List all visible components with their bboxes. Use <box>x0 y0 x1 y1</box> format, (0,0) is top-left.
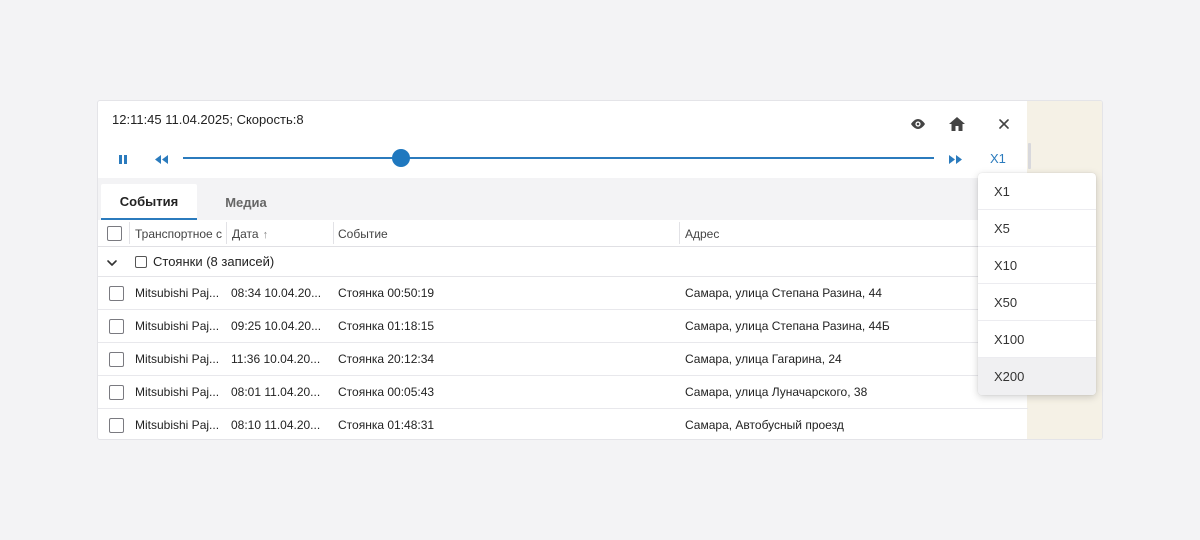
speed-option-label: X100 <box>994 332 1025 347</box>
column-date-label: Дата <box>232 227 259 241</box>
row-checkbox[interactable] <box>109 319 124 334</box>
column-divider <box>129 222 130 244</box>
cell-date: 11:36 10.04.20... <box>231 352 321 366</box>
cell-event: Стоянка 00:05:43 <box>338 385 435 399</box>
group-row[interactable]: Стоянки (8 записей) <box>98 247 1028 277</box>
tab-media[interactable]: Медиа <box>198 184 294 220</box>
speed-option-x200[interactable]: X200 <box>978 358 1096 395</box>
table-row[interactable]: Mitsubishi Paj... 08:34 10.04.20... Стоя… <box>98 277 1028 310</box>
rewind-icon[interactable] <box>153 151 169 167</box>
scrollbar[interactable] <box>1028 143 1031 169</box>
column-vehicle[interactable]: Транспортное с <box>135 227 224 241</box>
playback-panel: 12:11:45 11.04.2025; Скорость:8 X1 Событ… <box>97 100 1103 440</box>
column-divider <box>226 222 227 244</box>
table-row[interactable]: Mitsubishi Paj... 09:25 10.04.20... Стоя… <box>98 310 1028 343</box>
speed-select[interactable]: X1 <box>990 151 1006 166</box>
cell-vehicle: Mitsubishi Paj... <box>135 286 220 300</box>
cell-date: 09:25 10.04.20... <box>231 319 322 333</box>
close-icon[interactable] <box>994 114 1014 134</box>
row-checkbox[interactable] <box>109 286 124 301</box>
eye-icon[interactable] <box>908 114 928 134</box>
speed-dropdown-menu: X1 X5 X10 X50 X100 X200 <box>978 173 1096 395</box>
speed-option-label: X200 <box>994 369 1025 384</box>
speed-option-x1[interactable]: X1 <box>978 173 1096 210</box>
pause-icon[interactable] <box>115 151 131 167</box>
group-label: Стоянки (8 записей) <box>153 254 275 269</box>
select-all-checkbox[interactable] <box>107 226 122 241</box>
row-checkbox[interactable] <box>109 418 124 433</box>
column-divider <box>679 222 680 244</box>
column-date[interactable]: Дата ↑ <box>232 227 268 241</box>
group-checkbox[interactable] <box>135 256 147 268</box>
speed-option-label: X50 <box>994 295 1018 310</box>
speed-option-label: X5 <box>994 221 1010 236</box>
speed-option-x50[interactable]: X50 <box>978 284 1096 321</box>
cell-date: 08:34 10.04.20... <box>231 286 322 300</box>
cell-date: 08:01 11.04.20... <box>231 385 321 399</box>
cell-date: 08:10 11.04.20... <box>231 418 321 432</box>
speed-option-x100[interactable]: X100 <box>978 321 1096 358</box>
speed-option-x10[interactable]: X10 <box>978 247 1096 284</box>
cell-vehicle: Mitsubishi Paj... <box>135 385 220 399</box>
cell-event: Стоянка 01:18:15 <box>338 319 435 333</box>
table-row[interactable]: Mitsubishi Paj... 08:10 11.04.20... Стоя… <box>98 409 1028 439</box>
slider-thumb[interactable] <box>392 149 410 167</box>
cell-event: Стоянка 20:12:34 <box>338 352 435 366</box>
cell-address: Самара, улица Степана Разина, 44 <box>685 286 882 300</box>
cell-address: Самара, Автобусный проезд <box>685 418 844 432</box>
table-row[interactable]: Mitsubishi Paj... 11:36 10.04.20... Стоя… <box>98 343 1028 376</box>
tabs-bar: События Медиа <box>98 178 1028 220</box>
column-event[interactable]: Событие <box>338 227 388 241</box>
cell-event: Стоянка 01:48:31 <box>338 418 435 432</box>
player-controls: X1 <box>98 145 1028 173</box>
table-row[interactable]: Mitsubishi Paj... 08:01 11.04.20... Стоя… <box>98 376 1028 409</box>
cell-event: Стоянка 00:50:19 <box>338 286 435 300</box>
tab-events[interactable]: События <box>101 184 197 220</box>
speed-option-x5[interactable]: X5 <box>978 210 1096 247</box>
table-header: Транспортное с Дата ↑ Событие Адрес <box>98 220 1028 247</box>
row-checkbox[interactable] <box>109 352 124 367</box>
column-divider <box>333 222 334 244</box>
cell-address: Самара, улица Степана Разина, 44Б <box>685 319 890 333</box>
sort-ascending-icon: ↑ <box>262 229 269 241</box>
status-text: 12:11:45 11.04.2025; Скорость:8 <box>112 112 304 127</box>
cell-vehicle: Mitsubishi Paj... <box>135 319 220 333</box>
playback-slider[interactable] <box>183 157 934 159</box>
column-address[interactable]: Адрес <box>685 227 719 241</box>
cell-address: Самара, улица Луначарского, 38 <box>685 385 868 399</box>
cell-vehicle: Mitsubishi Paj... <box>135 352 220 366</box>
row-checkbox[interactable] <box>109 385 124 400</box>
home-icon[interactable] <box>947 114 967 134</box>
cell-vehicle: Mitsubishi Paj... <box>135 418 220 432</box>
cell-address: Самара, улица Гагарина, 24 <box>685 352 842 366</box>
speed-option-label: X1 <box>994 184 1010 199</box>
chevron-down-icon[interactable] <box>106 255 118 273</box>
fast-forward-icon[interactable] <box>948 151 964 167</box>
speed-option-label: X10 <box>994 258 1018 273</box>
